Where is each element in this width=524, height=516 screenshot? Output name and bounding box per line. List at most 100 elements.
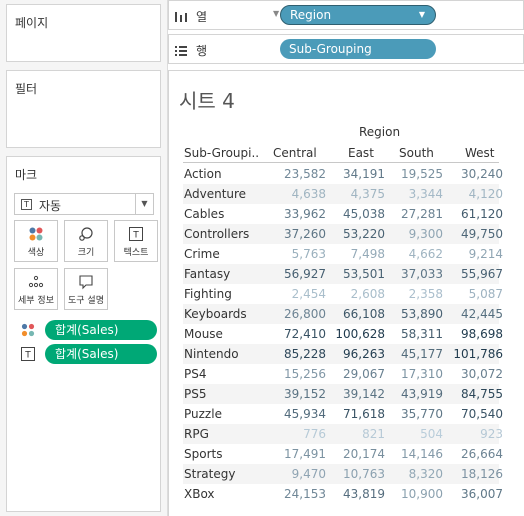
table-cell[interactable]: 96,263 [329, 347, 385, 361]
table-cell[interactable]: 100,628 [329, 327, 385, 341]
table-cell[interactable]: 14,146 [387, 447, 443, 461]
table-cell[interactable]: 58,311 [387, 327, 443, 341]
table-cell[interactable]: 37,033 [387, 267, 443, 281]
table-cell[interactable]: 10,763 [329, 467, 385, 481]
table-cell[interactable]: 923 [447, 427, 503, 441]
sub-grouping-pill[interactable]: Sub-Grouping [280, 39, 436, 59]
table-cell[interactable]: 53,890 [387, 307, 443, 321]
text-button[interactable]: T 텍스트 [114, 220, 158, 262]
row-label[interactable]: RPG [184, 427, 209, 441]
table-cell[interactable]: 4,120 [447, 187, 503, 201]
table-cell[interactable]: 17,310 [387, 367, 443, 381]
table-cell[interactable]: 5,087 [447, 287, 503, 301]
row-label[interactable]: Controllers [184, 227, 249, 241]
table-cell[interactable]: 17,491 [270, 447, 326, 461]
row-label[interactable]: Action [184, 167, 222, 181]
row-label[interactable]: PS4 [184, 367, 207, 381]
table-cell[interactable]: 55,967 [447, 267, 503, 281]
table-cell[interactable]: 98,698 [447, 327, 503, 341]
table-cell[interactable]: 4,375 [329, 187, 385, 201]
table-cell[interactable]: 30,072 [447, 367, 503, 381]
table-cell[interactable]: 53,501 [329, 267, 385, 281]
table-cell[interactable]: 66,108 [329, 307, 385, 321]
table-cell[interactable]: 2,454 [270, 287, 326, 301]
table-cell[interactable]: 504 [387, 427, 443, 441]
pages-card[interactable]: 페이지 [6, 4, 161, 62]
tooltip-button[interactable]: 도구 설명 [64, 268, 108, 310]
table-cell[interactable]: 7,498 [329, 247, 385, 261]
table-cell[interactable]: 36,007 [447, 487, 503, 501]
columns-shelf[interactable]: 열 ▼ Region ▼ [168, 0, 524, 30]
table-cell[interactable]: 84,755 [447, 387, 503, 401]
table-cell[interactable]: 33,962 [270, 207, 326, 221]
row-label[interactable]: Sports [184, 447, 222, 461]
sub-grouping-header[interactable]: Sub-Groupi.. [184, 146, 259, 160]
region-pill[interactable]: Region ▼ [280, 5, 436, 25]
table-cell[interactable]: 101,786 [447, 347, 503, 361]
table-cell[interactable]: 26,800 [270, 307, 326, 321]
table-cell[interactable]: 5,763 [270, 247, 326, 261]
table-cell[interactable]: 45,934 [270, 407, 326, 421]
table-cell[interactable]: 9,470 [270, 467, 326, 481]
table-cell[interactable]: 49,750 [447, 227, 503, 241]
table-cell[interactable]: 70,540 [447, 407, 503, 421]
text-pill-row[interactable]: T 합계(Sales) [17, 344, 159, 364]
mark-type-dropdown[interactable]: T 자동 ▼ [14, 193, 154, 215]
table-cell[interactable]: 15,256 [270, 367, 326, 381]
table-cell[interactable]: 18,126 [447, 467, 503, 481]
table-cell[interactable]: 34,191 [329, 167, 385, 181]
row-label[interactable]: Adventure [184, 187, 246, 201]
row-label[interactable]: Cables [184, 207, 224, 221]
col-header-south[interactable]: South [399, 146, 434, 160]
table-cell[interactable]: 27,281 [387, 207, 443, 221]
table-cell[interactable]: 23,582 [270, 167, 326, 181]
table-cell[interactable]: 20,174 [329, 447, 385, 461]
table-cell[interactable]: 4,638 [270, 187, 326, 201]
col-header-west[interactable]: West [465, 146, 495, 160]
table-cell[interactable]: 43,919 [387, 387, 443, 401]
row-label[interactable]: Puzzle [184, 407, 222, 421]
table-cell[interactable]: 42,445 [447, 307, 503, 321]
table-cell[interactable]: 10,900 [387, 487, 443, 501]
table-cell[interactable]: 3,344 [387, 187, 443, 201]
table-cell[interactable]: 8,320 [387, 467, 443, 481]
row-label[interactable]: XBox [184, 487, 215, 501]
row-label[interactable]: Fighting [184, 287, 232, 301]
table-cell[interactable]: 45,177 [387, 347, 443, 361]
table-cell[interactable]: 53,220 [329, 227, 385, 241]
table-cell[interactable]: 26,664 [447, 447, 503, 461]
table-cell[interactable]: 24,153 [270, 487, 326, 501]
table-cell[interactable]: 61,120 [447, 207, 503, 221]
row-label[interactable]: Mouse [184, 327, 223, 341]
table-cell[interactable]: 35,770 [387, 407, 443, 421]
rows-shelf[interactable]: 행 Sub-Grouping [168, 34, 524, 64]
color-pill-row[interactable]: 합계(Sales) [17, 320, 159, 340]
table-cell[interactable]: 30,240 [447, 167, 503, 181]
table-cell[interactable]: 9,300 [387, 227, 443, 241]
table-cell[interactable]: 821 [329, 427, 385, 441]
row-label[interactable]: Crime [184, 247, 220, 261]
table-cell[interactable]: 85,228 [270, 347, 326, 361]
table-cell[interactable]: 19,525 [387, 167, 443, 181]
col-header-east[interactable]: East [348, 146, 374, 160]
detail-button[interactable]: 세부 정보 [14, 268, 58, 310]
sales-text-pill[interactable]: 합계(Sales) [45, 344, 157, 364]
table-cell[interactable]: 29,067 [329, 367, 385, 381]
table-cell[interactable]: 2,608 [329, 287, 385, 301]
row-label[interactable]: Keyboards [184, 307, 247, 321]
table-cell[interactable]: 72,410 [270, 327, 326, 341]
size-button[interactable]: 크기 [64, 220, 108, 262]
chevron-down-icon[interactable]: ▼ [419, 6, 425, 24]
table-cell[interactable]: 37,260 [270, 227, 326, 241]
row-label[interactable]: PS5 [184, 387, 207, 401]
region-header[interactable]: Region [359, 125, 400, 139]
table-cell[interactable]: 9,214 [447, 247, 503, 261]
row-label[interactable]: Strategy [184, 467, 235, 481]
filters-card[interactable]: 필터 [6, 70, 161, 148]
table-cell[interactable]: 56,927 [270, 267, 326, 281]
color-button[interactable]: 색상 [14, 220, 58, 262]
table-cell[interactable]: 776 [270, 427, 326, 441]
row-label[interactable]: Nintendo [184, 347, 239, 361]
table-cell[interactable]: 4,662 [387, 247, 443, 261]
col-header-central[interactable]: Central [273, 146, 317, 160]
